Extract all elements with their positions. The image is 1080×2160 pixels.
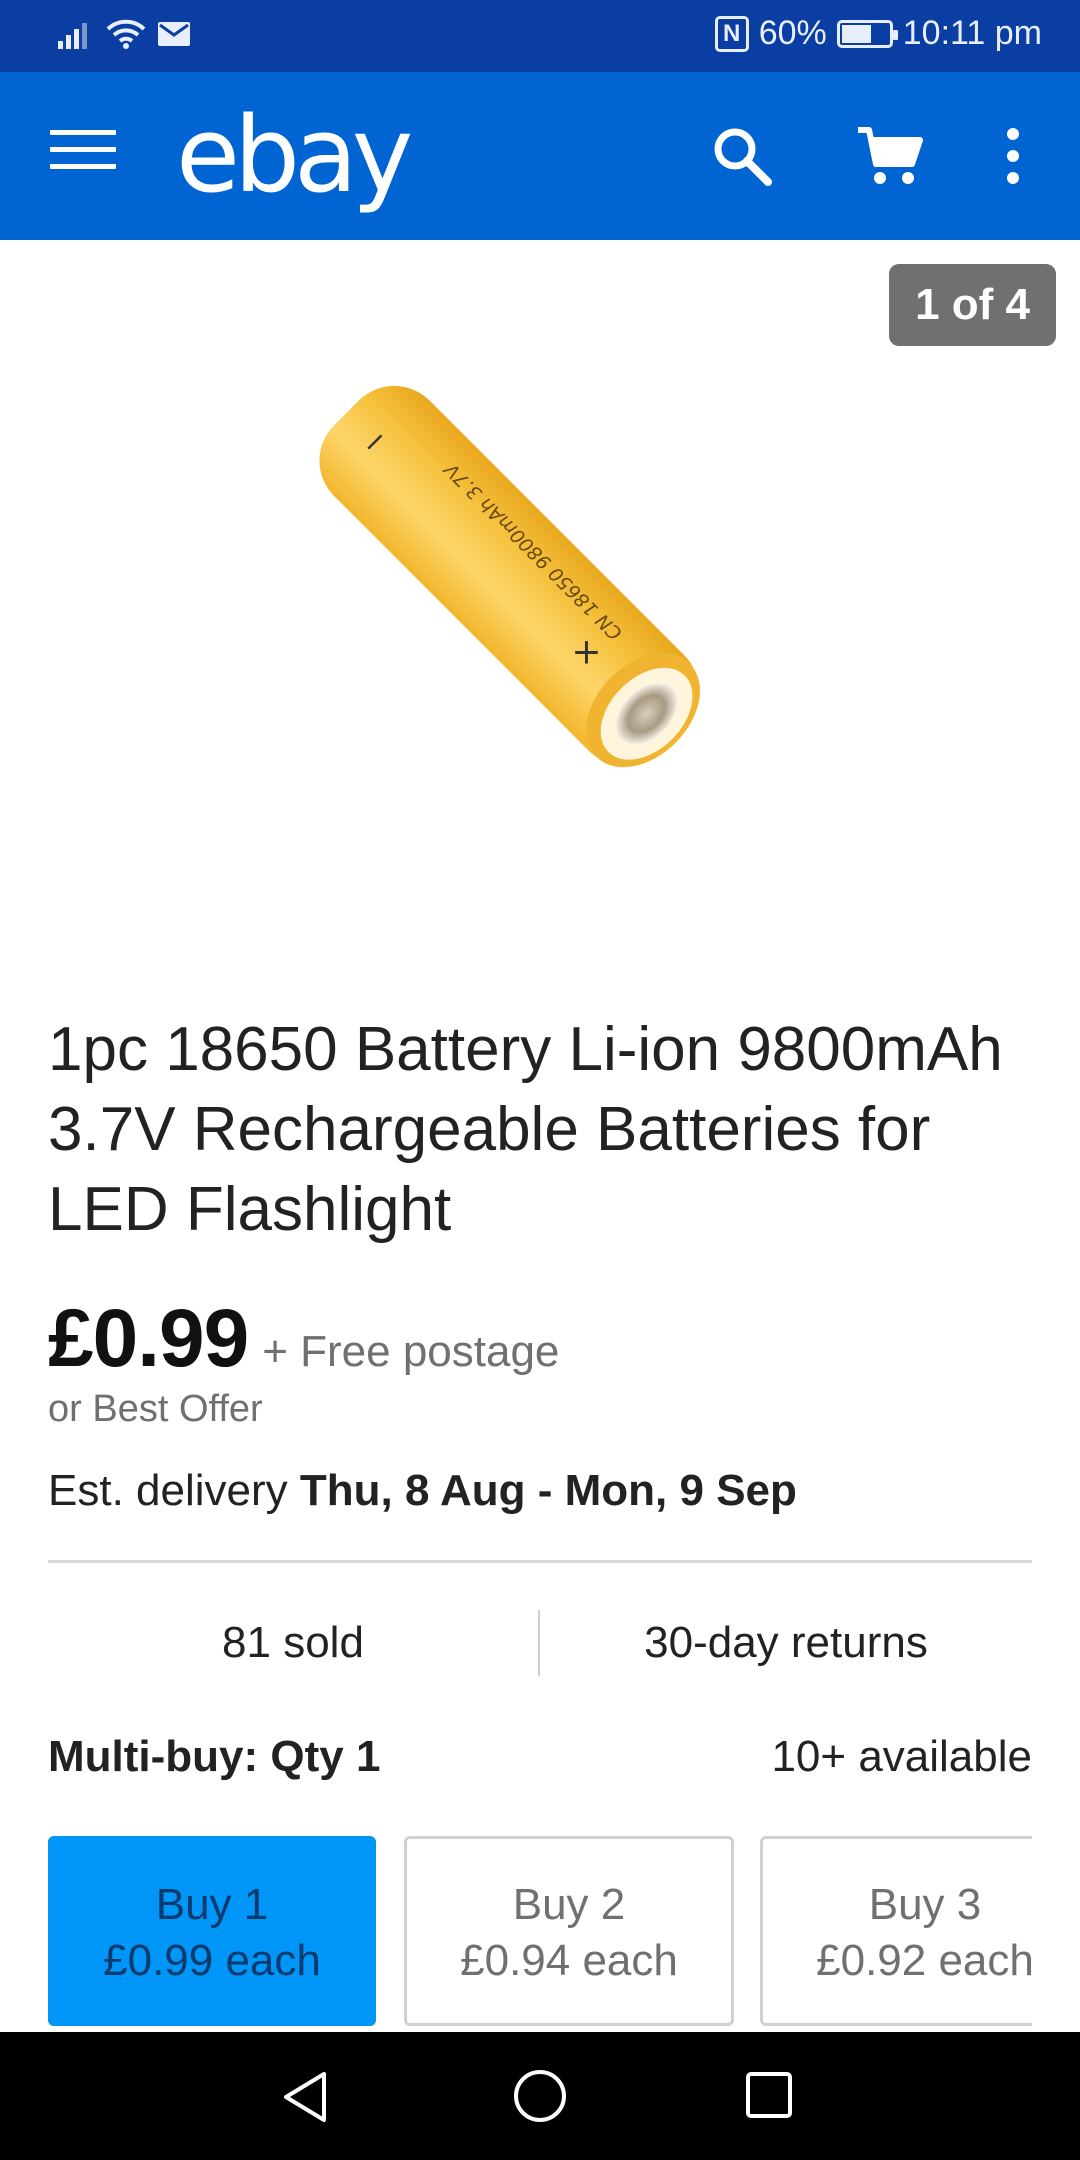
estimated-delivery: Est. delivery Thu, 8 Aug - Mon, 9 Sep bbox=[48, 1466, 797, 1516]
price-row: £0.99 + Free postage bbox=[48, 1292, 559, 1386]
product-image[interactable]: − + CN 18650 9800mAh 3.7V bbox=[290, 360, 760, 830]
delivery-label: Est. delivery bbox=[48, 1466, 300, 1515]
system-nav-bar bbox=[0, 2032, 1080, 2160]
option-qty: Buy 3 bbox=[868, 1880, 982, 1929]
option-qty: Buy 1 bbox=[155, 1880, 269, 1929]
option-price: £0.99 each bbox=[103, 1936, 321, 1985]
signal-icon bbox=[58, 23, 87, 49]
price: £0.99 bbox=[48, 1293, 249, 1384]
ebay-logo[interactable]: ebay bbox=[176, 94, 413, 216]
delivery-dates: Thu, 8 Aug - Mon, 9 Sep bbox=[299, 1466, 797, 1515]
returns-policy[interactable]: 30-day returns bbox=[540, 1610, 1032, 1676]
menu-icon[interactable] bbox=[50, 130, 116, 180]
cart-icon[interactable] bbox=[856, 124, 924, 188]
search-icon[interactable] bbox=[710, 124, 774, 188]
app-bar: ebay bbox=[0, 72, 1080, 240]
listing-stats: 81 sold 30-day returns bbox=[48, 1610, 1032, 1676]
option-qty: Buy 2 bbox=[512, 1880, 626, 1929]
svg-text:+: + bbox=[571, 632, 601, 673]
status-left-icons bbox=[58, 18, 190, 50]
status-right: N 60% 10:11 pm bbox=[714, 14, 1042, 53]
home-icon[interactable] bbox=[512, 2068, 568, 2124]
clock: 10:11 pm bbox=[902, 14, 1042, 52]
back-icon[interactable] bbox=[280, 2070, 330, 2124]
multibuy-label: Multi-buy: Qty 1 bbox=[48, 1732, 381, 1781]
option-price: £0.92 each bbox=[816, 1936, 1032, 1985]
postage: + Free postage bbox=[262, 1327, 560, 1376]
buy-3-option[interactable]: Buy 3 £0.92 each bbox=[760, 1836, 1032, 2026]
best-offer: or Best Offer bbox=[48, 1388, 263, 1430]
recents-icon[interactable] bbox=[744, 2070, 794, 2120]
buy-2-option[interactable]: Buy 2 £0.94 each bbox=[404, 1836, 734, 2026]
divider bbox=[48, 1560, 1032, 1563]
buy-1-option[interactable]: Buy 1 £0.99 each bbox=[48, 1836, 376, 2026]
listing-title: 1pc 18650 Battery Li-ion 9800mAh 3.7V Re… bbox=[48, 1015, 1003, 1244]
available-quantity: 10+ available bbox=[771, 1732, 1032, 1781]
image-gallery[interactable]: 1 of 4 − + CN 18650 9800mAh 3.7V bbox=[0, 240, 1080, 960]
battery-icon bbox=[836, 19, 898, 48]
option-price: £0.94 each bbox=[460, 1936, 678, 1985]
multibuy-options: Buy 1 £0.99 each Buy 2 £0.94 each Buy 3 … bbox=[48, 1836, 1032, 2028]
nfc-icon: N bbox=[714, 15, 749, 52]
wifi-icon bbox=[106, 19, 146, 49]
battery-percent: 60% bbox=[758, 14, 827, 52]
sold-count: 81 sold bbox=[222, 1618, 364, 1667]
mail-icon bbox=[158, 22, 190, 46]
more-vert-icon[interactable] bbox=[998, 126, 1028, 186]
image-counter: 1 of 4 bbox=[889, 264, 1056, 346]
status-bar: N 60% 10:11 pm bbox=[0, 0, 1080, 72]
